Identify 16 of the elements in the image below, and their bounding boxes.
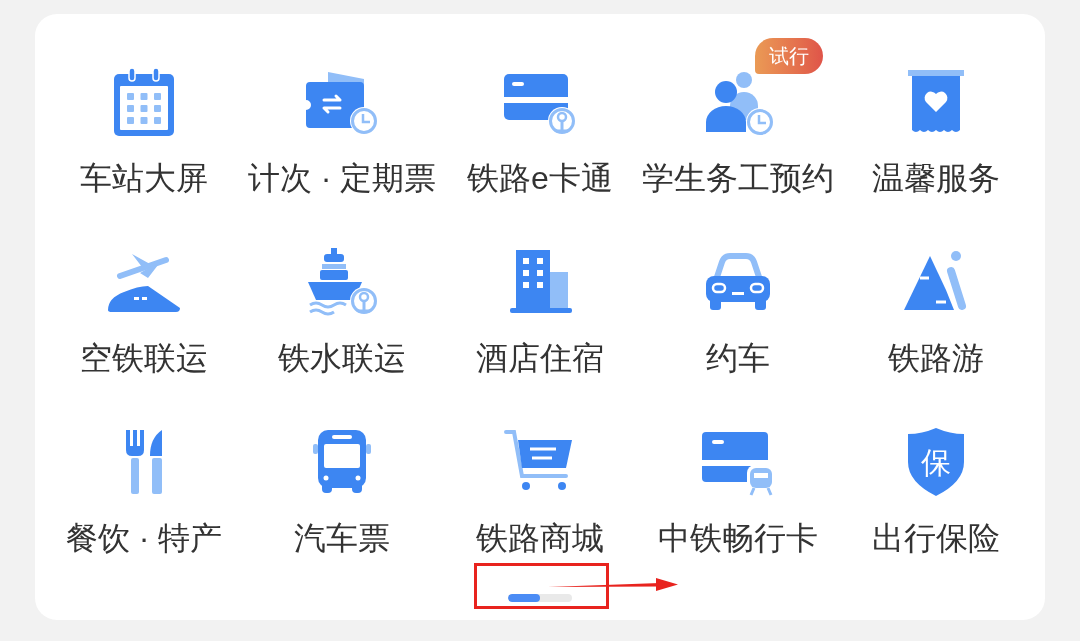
service-button[interactable]: 汽车票 xyxy=(294,426,390,558)
scroll-indicator xyxy=(508,594,572,602)
service-button[interactable]: 约车 xyxy=(698,246,778,378)
service-button[interactable]: 空铁联运 xyxy=(80,246,208,378)
service-button[interactable]: 中铁畅行卡 xyxy=(658,426,818,558)
service-button[interactable]: 酒店住宿 xyxy=(476,246,604,378)
service-button[interactable]: 车站大屏 xyxy=(80,66,208,198)
service-button[interactable]: 铁路游 xyxy=(888,246,984,378)
service-button[interactable]: 铁路商城 xyxy=(476,426,604,558)
service-button[interactable]: 铁路e卡通 xyxy=(467,66,613,198)
service-button[interactable]: 计次 · 定期票 xyxy=(247,66,437,198)
service-button[interactable]: 铁水联运 xyxy=(278,246,406,378)
trial-badge: 试行 xyxy=(755,38,823,74)
service-button[interactable]: 温馨服务 xyxy=(872,66,1000,198)
service-button[interactable]: 餐饮 · 特产 xyxy=(65,426,223,558)
service-button[interactable]: 保 出行保险 xyxy=(872,426,1000,558)
